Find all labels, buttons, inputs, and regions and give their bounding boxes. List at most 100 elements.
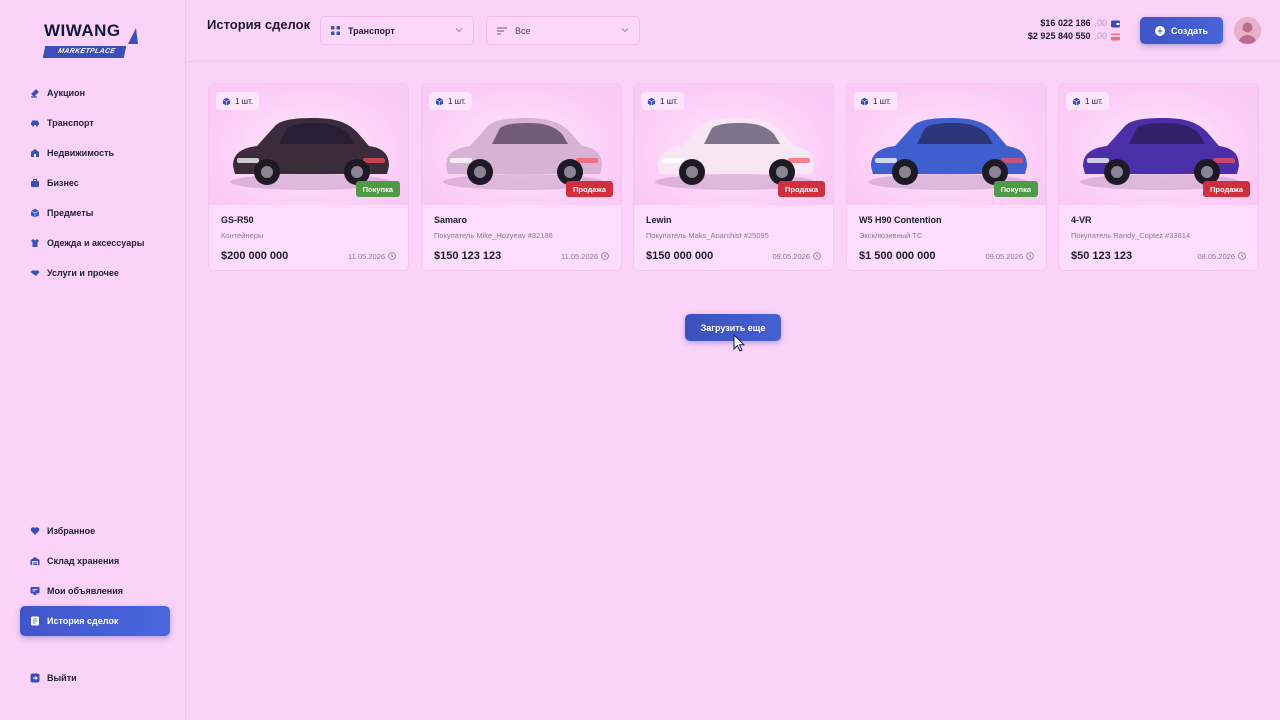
sidebar-item-warehouse[interactable]: Склад хранения	[20, 546, 170, 576]
sidebar-item-history[interactable]: История сделок	[20, 606, 170, 636]
filter-icon	[497, 27, 507, 34]
balance-cash-value: $16 022 186	[1040, 18, 1091, 28]
quantity-badge: 1 шт.	[429, 92, 473, 110]
deal-date: 09.05.2026	[985, 252, 1034, 261]
box-icon	[30, 208, 40, 218]
main-nav: Аукцион Транспорт Недвижимость Бизнес Предме…	[20, 78, 170, 288]
item-name: Samaro	[434, 215, 468, 225]
clock-icon	[601, 252, 609, 260]
item-price: $150 123 123	[434, 250, 502, 262]
create-button-label: Создать	[1170, 25, 1208, 36]
car-image	[1080, 118, 1240, 190]
quantity-text: 1 шт.	[660, 96, 679, 106]
item-subtitle: Эксклюзивный ТС	[859, 231, 923, 240]
balances: $16 022 186 ,00 $2 925 840 550 ,00	[1028, 17, 1120, 43]
deal-type-badge: Продажа	[566, 181, 613, 197]
category-select-value: Транспорт	[348, 25, 395, 36]
heart-icon	[30, 527, 40, 535]
deal-date-text: 09.05.2026	[772, 251, 810, 261]
item-name: GS-R50	[221, 215, 254, 225]
quantity-badge: 1 шт.	[854, 92, 898, 110]
sidebar-item-heart[interactable]: Избранное	[20, 516, 170, 546]
building-icon	[31, 149, 39, 157]
item-price: $150 000 000	[646, 250, 714, 262]
car-image	[655, 118, 815, 190]
clothes-icon	[31, 239, 39, 247]
sidebar-item-label: Услуги и прочее	[47, 268, 119, 278]
car-icon	[31, 120, 39, 127]
balance-cash-cents: ,00	[1094, 18, 1107, 28]
clock-icon	[388, 252, 396, 260]
sidebar-item-clothes[interactable]: Одежда и аксессуары	[20, 228, 170, 258]
chevron-down-icon	[621, 28, 629, 33]
quantity-badge: 1 шт.	[216, 92, 260, 110]
deal-card[interactable]: 1 шт. Покупка W5 H90 Contention Эксклюзивны…	[846, 83, 1047, 271]
car-image	[443, 118, 603, 190]
deal-date: 08.05.2026	[1197, 252, 1246, 261]
card-image: 1 шт. Продажа	[634, 84, 833, 205]
sidebar-item-box[interactable]: Предметы	[20, 198, 170, 228]
card-body: W5 H90 Contention Эксклюзивный ТС $1 500 0…	[847, 205, 1046, 262]
sidebar-item-listing[interactable]: Мои объявления	[20, 576, 170, 606]
clock-icon	[1238, 252, 1246, 260]
filter-select[interactable]: Все	[486, 16, 640, 45]
card-footer: $150 123 123 11.05.2026	[434, 250, 609, 262]
box-icon	[435, 97, 444, 106]
sidebar-item-exit[interactable]: Выйти	[20, 663, 170, 693]
quantity-badge: 1 шт.	[641, 92, 685, 110]
clock-icon	[813, 252, 821, 260]
deal-date-text: 09.05.2026	[985, 251, 1023, 261]
card-body: Samaro Покупатель Mike_Hozyeav #32186 $150…	[422, 205, 621, 262]
sidebar-item-label: Выйти	[47, 673, 77, 683]
sidebar-item-auction[interactable]: Аукцион	[20, 78, 170, 108]
card-footer: $200 000 000 11.05.2026	[221, 250, 396, 262]
sidebar-item-label: Бизнес	[47, 178, 79, 188]
sidebar-item-car[interactable]: Транспорт	[20, 108, 170, 138]
sidebar-item-building[interactable]: Недвижимость	[20, 138, 170, 168]
item-subtitle: Покупатель Maks_Anarchist #25095	[646, 231, 769, 240]
top-bar: История сделок Транспорт Все $16 022 186…	[187, 0, 1280, 62]
deal-date: 09.05.2026	[772, 252, 821, 261]
car-image	[868, 118, 1028, 190]
exit-nav: Выйти	[20, 663, 170, 693]
card-footer: $150 000 000 09.05.2026	[646, 250, 821, 262]
plus-icon: +	[1154, 25, 1165, 36]
card-image: 1 шт. Покупка	[209, 84, 408, 205]
deal-cards: 1 шт. Покупка GS-R50 Контейнеры $200 000 000…	[208, 83, 1259, 271]
deal-card[interactable]: 1 шт. Продажа Samaro Покупатель Mike_Hozyea…	[421, 83, 622, 271]
sidebar-item-label: Избранное	[47, 526, 96, 536]
deal-date: 11.05.2026	[561, 252, 609, 261]
listing-icon	[30, 587, 40, 595]
deal-date: 11.05.2026	[348, 252, 396, 261]
balance-bank-cents: ,00	[1094, 31, 1107, 41]
card-footer: $1 500 000 000 09.05.2026	[859, 250, 1034, 262]
exit-icon	[30, 673, 40, 683]
avatar[interactable]	[1234, 17, 1261, 44]
logo-subtext: MARKETPLACE	[42, 46, 127, 58]
sidebar: WIWANG MARKETPLACE Аукцион Транспорт Недви…	[0, 0, 186, 720]
sidebar-item-label: Аукцион	[47, 88, 86, 98]
box-icon	[860, 97, 869, 106]
item-name: 4-VR	[1071, 215, 1092, 225]
sidebar-item-business[interactable]: Бизнес	[20, 168, 170, 198]
sidebar-item-label: История сделок	[47, 616, 119, 626]
deal-card[interactable]: 1 шт. Продажа Lewin Покупатель Maks_Anarchi…	[633, 83, 834, 271]
card-body: 4-VR Покупатель Randy_Coptez #33814 $50 12…	[1059, 205, 1258, 262]
category-select[interactable]: Транспорт	[320, 16, 474, 45]
item-subtitle: Покупатель Mike_Hozyeav #32186	[434, 231, 553, 240]
deal-type-badge: Покупка	[355, 181, 400, 197]
logo[interactable]: WIWANG MARKETPLACE	[42, 22, 144, 58]
deal-type-badge: Продажа	[1203, 181, 1250, 197]
chevron-down-icon	[455, 28, 463, 33]
deal-card[interactable]: 1 шт. Покупка GS-R50 Контейнеры $200 000 000…	[208, 83, 409, 271]
item-price: $1 500 000 000	[859, 250, 936, 262]
item-price: $200 000 000	[221, 250, 289, 262]
sidebar-item-handshake[interactable]: Услуги и прочее	[20, 258, 170, 288]
create-button[interactable]: + Создать	[1140, 17, 1223, 44]
account-nav: Избранное Склад хранения Мои объявления Ист…	[20, 516, 170, 636]
deal-card[interactable]: 1 шт. Продажа 4-VR Покупатель Randy_Coptez …	[1058, 83, 1259, 271]
sidebar-item-label: Одежда и аксессуары	[47, 238, 145, 248]
user-icon	[1234, 17, 1261, 44]
quantity-text: 1 шт.	[1085, 96, 1104, 106]
item-name: W5 H90 Contention	[859, 215, 942, 225]
